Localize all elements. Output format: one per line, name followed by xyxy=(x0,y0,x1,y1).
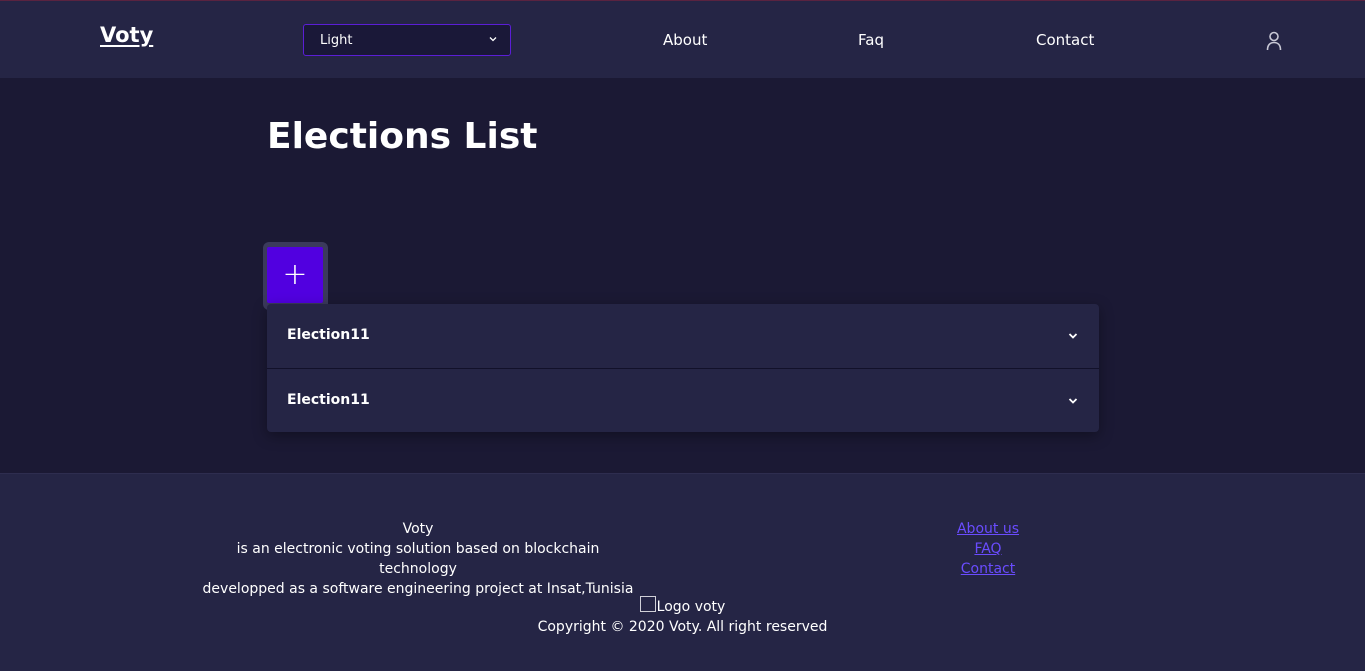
footer-link-contact[interactable]: Contact xyxy=(938,559,1038,579)
footer-logo-alt: Logo voty xyxy=(656,599,726,615)
brand-logo-link[interactable]: Voty xyxy=(100,23,153,47)
footer: Voty is an electronic voting solution ba… xyxy=(0,473,1365,671)
nav-link-contact[interactable]: Contact xyxy=(1036,31,1094,49)
footer-logo: Logo voty xyxy=(0,596,1365,617)
nav-link-about[interactable]: About xyxy=(663,31,707,49)
user-icon[interactable] xyxy=(1264,30,1284,52)
page-title: Elections List xyxy=(267,116,538,157)
footer-link-about-us[interactable]: About us xyxy=(938,519,1038,539)
chevron-down-icon xyxy=(1068,398,1078,404)
copyright-text: Copyright © 2020 Voty. All right reserve… xyxy=(537,619,828,635)
election-name: Election11 xyxy=(287,327,370,343)
footer-about-name: Voty xyxy=(402,521,434,537)
top-navbar: Voty Light About Faq Contact xyxy=(0,1,1365,78)
chevron-down-icon xyxy=(1068,333,1078,339)
election-name: Election11 xyxy=(287,392,370,408)
election-item[interactable]: Election11 xyxy=(267,368,1099,432)
chevron-down-icon xyxy=(489,37,497,42)
add-election-button[interactable]: + xyxy=(263,242,328,310)
footer-about-line1: is an electronic voting solution based o… xyxy=(236,541,600,577)
footer-link-faq[interactable]: FAQ xyxy=(938,539,1038,559)
nav-link-faq[interactable]: Faq xyxy=(858,31,884,49)
broken-image-icon xyxy=(639,596,656,612)
theme-select[interactable]: Light xyxy=(303,24,511,56)
theme-select-value: Light xyxy=(320,33,353,48)
elections-accordion: Election11 Election11 xyxy=(267,304,1099,432)
election-item[interactable]: Election11 xyxy=(267,304,1099,368)
footer-about: Voty is an electronic voting solution ba… xyxy=(198,519,638,599)
footer-links: About us FAQ Contact xyxy=(938,519,1038,579)
main-content: Elections List + Election11 Election11 xyxy=(0,78,1365,473)
plus-icon: + xyxy=(282,257,308,292)
